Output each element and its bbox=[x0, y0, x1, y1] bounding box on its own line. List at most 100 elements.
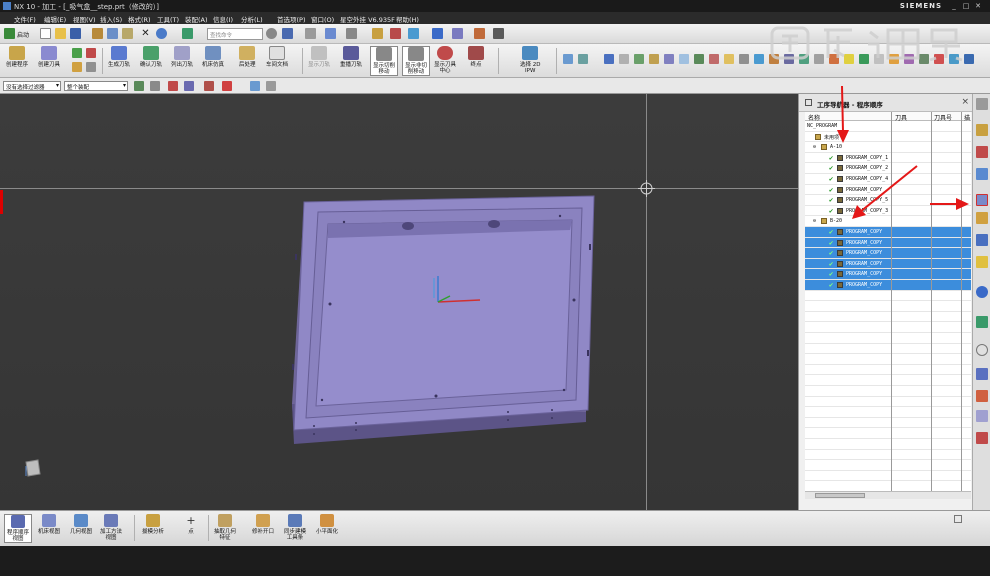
show-noncut-move-button[interactable]: 显示非切 削移动 bbox=[402, 46, 431, 76]
graphics-viewport[interactable] bbox=[0, 94, 798, 510]
pin-icon[interactable] bbox=[805, 99, 812, 106]
menu-analysis[interactable]: 分析(L) bbox=[241, 14, 263, 24]
menu-insert[interactable]: 插入(S) bbox=[100, 14, 122, 24]
settings-icon[interactable] bbox=[976, 98, 988, 110]
list-path-button[interactable]: 列出刀轨 bbox=[171, 46, 193, 68]
point-button[interactable]: + 点 bbox=[184, 514, 198, 535]
scrollbar-thumb[interactable] bbox=[815, 493, 865, 498]
replay-path-button[interactable]: 重播刀轨 bbox=[340, 46, 362, 68]
operation-row[interactable]: ✔ PROGRAM_COPY bbox=[805, 258, 971, 270]
cube-view-icon[interactable] bbox=[325, 28, 336, 39]
menu-preferences[interactable]: 首选项(P) bbox=[277, 14, 306, 24]
create-method-icon[interactable] bbox=[86, 48, 96, 58]
extract-geometry-button[interactable]: 抽取几何 特征 bbox=[214, 514, 236, 541]
new-file-icon[interactable] bbox=[40, 28, 51, 39]
plugin-tool-icon-4[interactable] bbox=[619, 54, 629, 64]
maximize-icon[interactable]: □ bbox=[962, 2, 970, 10]
menu-file[interactable]: 文件(F) bbox=[14, 14, 36, 24]
hd3d-tools-icon[interactable] bbox=[976, 256, 988, 268]
menu-help[interactable]: 帮助(H) bbox=[396, 14, 419, 24]
generate-path-button[interactable]: 生成刀轨 bbox=[108, 46, 130, 68]
plugin-tool-icon-5[interactable] bbox=[634, 54, 644, 64]
flag-icon[interactable] bbox=[432, 28, 443, 39]
plugin-tool-icon-12[interactable] bbox=[739, 54, 749, 64]
create-program-button[interactable]: 创建程序 bbox=[6, 46, 28, 68]
small-surface-button[interactable]: 小平面化 bbox=[316, 514, 338, 535]
assembly-navigator-icon[interactable] bbox=[266, 81, 276, 91]
geometry-view-button[interactable]: 几何视图 bbox=[70, 514, 92, 535]
save-icon[interactable] bbox=[70, 28, 81, 39]
plugin-tool-icon-9[interactable] bbox=[694, 54, 704, 64]
paste-icon[interactable] bbox=[122, 28, 133, 39]
render-style-icon[interactable] bbox=[346, 28, 357, 39]
redo-icon[interactable] bbox=[182, 28, 193, 39]
plugin-tool-icon-3[interactable] bbox=[604, 54, 614, 64]
roles-icon[interactable] bbox=[976, 368, 988, 380]
start-label[interactable]: 启动 bbox=[17, 30, 29, 39]
plugin-tool-icon-2[interactable] bbox=[578, 54, 588, 64]
menu-assembly[interactable]: 装配(A) bbox=[185, 14, 208, 24]
show-cut-move-button[interactable]: 显示切削 移动 bbox=[370, 46, 399, 76]
operation-row[interactable]: ✔ PROGRAM_COPY bbox=[805, 237, 971, 249]
operation-row[interactable]: ✔ PROGRAM_COPY bbox=[805, 248, 971, 259]
workplane-icon[interactable] bbox=[408, 28, 419, 39]
plugin-tool-icon-11[interactable] bbox=[724, 54, 734, 64]
machine-tool-navigator-icon[interactable] bbox=[976, 212, 988, 224]
history-icon[interactable] bbox=[976, 316, 988, 328]
tree-row[interactable]: 未用项 bbox=[805, 132, 971, 143]
machine-sim-button[interactable]: 机床仿真 bbox=[202, 46, 224, 68]
resize-grip-icon[interactable] bbox=[954, 515, 962, 523]
draft-analysis-button[interactable]: 拔模分析 bbox=[142, 514, 164, 535]
close-panel-icon[interactable]: × bbox=[961, 97, 969, 107]
manufacturing-wizard-icon[interactable] bbox=[976, 410, 988, 422]
operation-row[interactable]: ✔ PROGRAM_COPY bbox=[805, 269, 971, 280]
plugin-tool-icon-1[interactable] bbox=[563, 54, 573, 64]
shop-doc-button[interactable]: 车间文档 bbox=[266, 46, 288, 68]
point-snap-icon[interactable] bbox=[168, 81, 178, 91]
navigator-horizontal-scrollbar[interactable] bbox=[805, 491, 971, 499]
command-search-input[interactable]: 查找命令 bbox=[207, 28, 263, 40]
filter-settings-icon[interactable] bbox=[134, 81, 144, 91]
box-select-icon[interactable] bbox=[222, 81, 232, 91]
type-filter-dropdown[interactable]: 没有选择过滤器 ▾ bbox=[3, 81, 61, 91]
open-folder-icon[interactable] bbox=[55, 28, 66, 39]
search-icon[interactable] bbox=[266, 28, 277, 39]
midpoint-snap-icon[interactable] bbox=[204, 81, 214, 91]
scope-dropdown[interactable]: 整个装配 ▾ bbox=[64, 81, 128, 91]
delete-icon[interactable]: ✕ bbox=[140, 28, 151, 39]
menu-info[interactable]: 信息(I) bbox=[213, 14, 233, 24]
properties-icon[interactable] bbox=[86, 62, 96, 72]
create-tool-button[interactable]: 创建刀具 bbox=[38, 46, 60, 68]
plugin-tool-icon-13[interactable] bbox=[754, 54, 764, 64]
system-materials-icon[interactable] bbox=[976, 344, 988, 356]
verify-path-button[interactable]: 确认刀轨 bbox=[140, 46, 162, 68]
palette-icon[interactable] bbox=[976, 432, 988, 444]
constraint-navigator-icon[interactable] bbox=[976, 146, 988, 158]
web-browser-icon[interactable] bbox=[976, 286, 988, 298]
operation-row[interactable]: ✔ PROGRAM_COPY bbox=[805, 227, 971, 238]
part-navigator-icon[interactable] bbox=[976, 168, 988, 180]
wcs-icon[interactable] bbox=[474, 28, 485, 39]
operation-row[interactable]: ✔ PROGRAM_COPY_1 bbox=[805, 153, 971, 164]
create-geometry-icon[interactable] bbox=[72, 48, 82, 58]
process-studio-icon[interactable] bbox=[976, 390, 988, 402]
collapse-icon[interactable]: ⊖ bbox=[813, 218, 816, 224]
operation-row[interactable]: ✔ PROGRAM_COPY bbox=[805, 280, 971, 291]
patch-opening-button[interactable]: 修补开口 bbox=[252, 514, 274, 535]
dynamic-icon[interactable] bbox=[452, 28, 463, 39]
collapse-icon[interactable]: ⊖ bbox=[813, 144, 816, 150]
snap-icon[interactable] bbox=[390, 28, 401, 39]
view-zoom-icon[interactable] bbox=[305, 28, 316, 39]
end-point-button[interactable]: 终点 bbox=[468, 46, 484, 68]
copy-icon[interactable] bbox=[107, 28, 118, 39]
machine-view-button[interactable]: 机床视图 bbox=[38, 514, 60, 535]
cut-icon[interactable] bbox=[92, 28, 103, 39]
menu-window[interactable]: 窗口(O) bbox=[311, 14, 334, 24]
menu-tools[interactable]: 工具(T) bbox=[157, 14, 179, 24]
component-select-icon[interactable] bbox=[250, 81, 260, 91]
postprocess-button[interactable]: 后处理 bbox=[239, 46, 256, 68]
menu-format[interactable]: 格式(R) bbox=[128, 14, 151, 24]
plugin-tool-icon-8[interactable] bbox=[679, 54, 689, 64]
method-view-button[interactable]: 加工方法 视图 bbox=[100, 514, 122, 541]
select-2d-ipw-button[interactable]: 选择 2D IPW bbox=[520, 46, 540, 74]
